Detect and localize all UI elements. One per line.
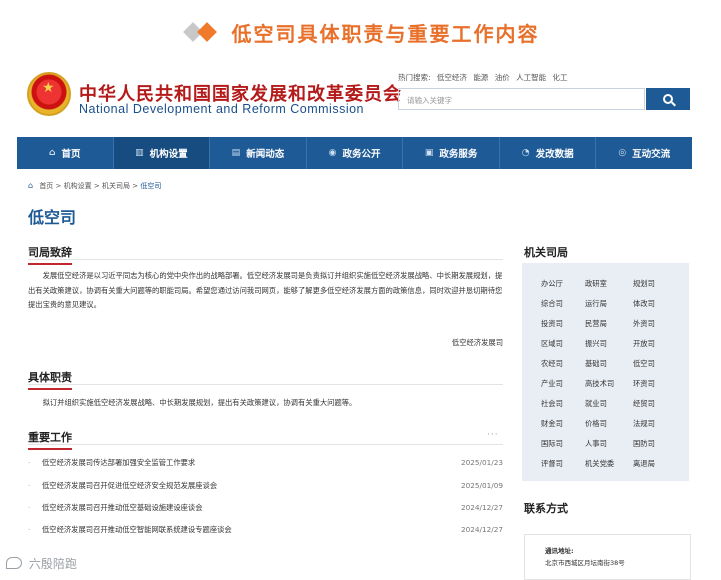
department-link[interactable]: 体改司: [633, 299, 655, 309]
watermark: 六殷陪跑: [6, 555, 77, 572]
work-list-item[interactable]: · 低空经济发展司召开促进低空经济安全规范发展座谈会 2025/01/09: [28, 481, 503, 495]
department-link[interactable]: 运行局: [585, 299, 607, 309]
department-link[interactable]: 环资司: [633, 379, 655, 389]
department-link[interactable]: 规划司: [633, 279, 655, 289]
pie-chart-icon: ◔: [521, 148, 530, 158]
search-button[interactable]: [646, 88, 690, 110]
hot-search: 热门搜索: 低空经济 能源 油价 人工智能 化工: [398, 72, 571, 83]
contact-panel: 通讯地址: 北京市西城区月坛南街38号: [524, 534, 691, 580]
department-link[interactable]: 区域司: [541, 339, 563, 349]
intro-text: 发展低空经济是以习近平同志为核心的党中央作出的战略部署。低空经济发展司是负责拟订…: [28, 271, 503, 309]
chat-icon: ◎: [618, 148, 627, 158]
chat-bubble-icon: [6, 557, 22, 569]
nav-item-gov-affairs[interactable]: ◉ 政务公开: [307, 137, 404, 169]
nav-item-interaction[interactable]: ◎ 互动交流: [596, 137, 692, 169]
department-link[interactable]: 外资司: [633, 319, 655, 329]
hot-term[interactable]: 人工智能: [516, 73, 546, 82]
divider: [28, 259, 503, 260]
department-link[interactable]: 民营局: [585, 319, 607, 329]
nav-item-news[interactable]: ▤ 新闻动态: [210, 137, 307, 169]
hot-term[interactable]: 化工: [552, 73, 567, 82]
department-link[interactable]: 社会司: [541, 399, 563, 409]
department-link[interactable]: 农经司: [541, 359, 563, 369]
duties-text: 拟订并组织实施低空经济发展战略、中长期发展规划，提出有关政策建议，协调有关重大问…: [42, 398, 357, 407]
department-link[interactable]: 低空司: [633, 359, 655, 369]
breadcrumb-link[interactable]: 机关司局: [102, 182, 130, 190]
department-link[interactable]: 离退局: [633, 459, 655, 469]
section-title-duties: 具体职责: [28, 371, 72, 390]
department-link[interactable]: 开放司: [633, 339, 655, 349]
hot-term[interactable]: 油价: [495, 73, 510, 82]
department-link[interactable]: 经贸司: [633, 399, 655, 409]
site-header: 中华人民共和国国家发展和改革委员会 National Development a…: [17, 60, 692, 138]
broadcast-icon: ◉: [328, 148, 337, 158]
diamond-decoration-icon: [182, 19, 222, 45]
website-screenshot: 中华人民共和国国家发展和改革委员会 National Development a…: [17, 60, 692, 580]
department-link[interactable]: 评督司: [541, 459, 563, 469]
sidebar-title-contact: 联系方式: [524, 502, 568, 515]
slide-title: 低空司具体职责与重要工作内容: [0, 14, 721, 50]
breadcrumb-link[interactable]: 首页: [39, 182, 53, 190]
breadcrumb-current: 低空司: [140, 182, 162, 190]
department-link[interactable]: 综合司: [541, 299, 563, 309]
work-list-item[interactable]: · 低空经济发展司召开推动低空基础设施建设座谈会 2024/12/27: [28, 503, 503, 517]
department-link[interactable]: 基础司: [585, 359, 607, 369]
department-link[interactable]: 就业司: [585, 399, 607, 409]
department-link[interactable]: 价格司: [585, 419, 607, 429]
department-link[interactable]: 办公厅: [541, 279, 563, 289]
home-icon: ⌂: [28, 181, 34, 190]
department-link[interactable]: 国防司: [633, 439, 655, 449]
hot-term[interactable]: 能源: [473, 73, 488, 82]
department-link[interactable]: 政研室: [585, 279, 607, 289]
org-name-en: National Development and Reform Commissi…: [79, 102, 365, 116]
main-nav: ⌂ 首页 ▥ 机构设置 ▤ 新闻动态 ◉ 政务公开 ▣ 政务服务 ◔ 发改数据 …: [17, 137, 692, 169]
page-title: 低空司: [28, 208, 77, 227]
department-link[interactable]: 国际司: [541, 439, 563, 449]
breadcrumb: ⌂ 首页 > 机构设置 > 机关司局 > 低空司: [28, 181, 162, 190]
search-input[interactable]: 请输入关键字: [398, 88, 645, 110]
section-title-work: 重要工作: [28, 431, 72, 450]
nav-item-services[interactable]: ▣ 政务服务: [403, 137, 500, 169]
news-icon: ▤: [231, 148, 241, 158]
work-list-item[interactable]: · 低空经济发展司召开推动低空智能网联系统建设专题座谈会 2024/12/27: [28, 525, 503, 539]
search-icon: [663, 94, 673, 104]
contact-label: 通讯地址:: [545, 547, 574, 555]
contact-address: 北京市西城区月坛南街38号: [545, 559, 625, 567]
department-link[interactable]: 法规司: [633, 419, 655, 429]
sidebar-title-departments: 机关司局: [524, 246, 568, 259]
department-list: 办公厅 政研室 规划司综合司 运行局 体改司投资司 民营局 外资司区域司 振兴司 开放司农经司 基…: [522, 263, 689, 481]
divider: [28, 384, 503, 385]
nav-item-home[interactable]: ⌂ 首页: [17, 137, 114, 169]
department-link[interactable]: 机关党委: [585, 459, 614, 469]
department-link[interactable]: 人事司: [585, 439, 607, 449]
national-emblem-icon: [27, 72, 71, 116]
building-icon: ▥: [135, 148, 144, 158]
divider: [28, 444, 503, 445]
hot-search-label: 热门搜索:: [398, 73, 431, 82]
document-icon: ▣: [424, 148, 434, 158]
nav-item-organization[interactable]: ▥ 机构设置: [113, 137, 211, 169]
hot-term[interactable]: 低空经济: [437, 73, 467, 82]
breadcrumb-link[interactable]: 机构设置: [64, 182, 92, 190]
department-link[interactable]: 高技术司: [585, 379, 614, 389]
department-link[interactable]: 振兴司: [585, 339, 607, 349]
nav-item-data[interactable]: ◔ 发改数据: [500, 137, 597, 169]
home-icon: ⌂: [49, 148, 56, 158]
more-link[interactable]: ···: [487, 430, 499, 440]
department-link[interactable]: 财金司: [541, 419, 563, 429]
work-list-item[interactable]: · 低空经济发展司传达部署加强安全监管工作要求 2025/01/23: [28, 458, 503, 472]
slide-title-text: 低空司具体职责与重要工作内容: [231, 21, 540, 46]
intro-signature: 低空经济发展司: [451, 338, 503, 347]
department-link[interactable]: 投资司: [541, 319, 563, 329]
section-title-intro: 司局致辞: [28, 246, 72, 265]
department-link[interactable]: 产业司: [541, 379, 563, 389]
